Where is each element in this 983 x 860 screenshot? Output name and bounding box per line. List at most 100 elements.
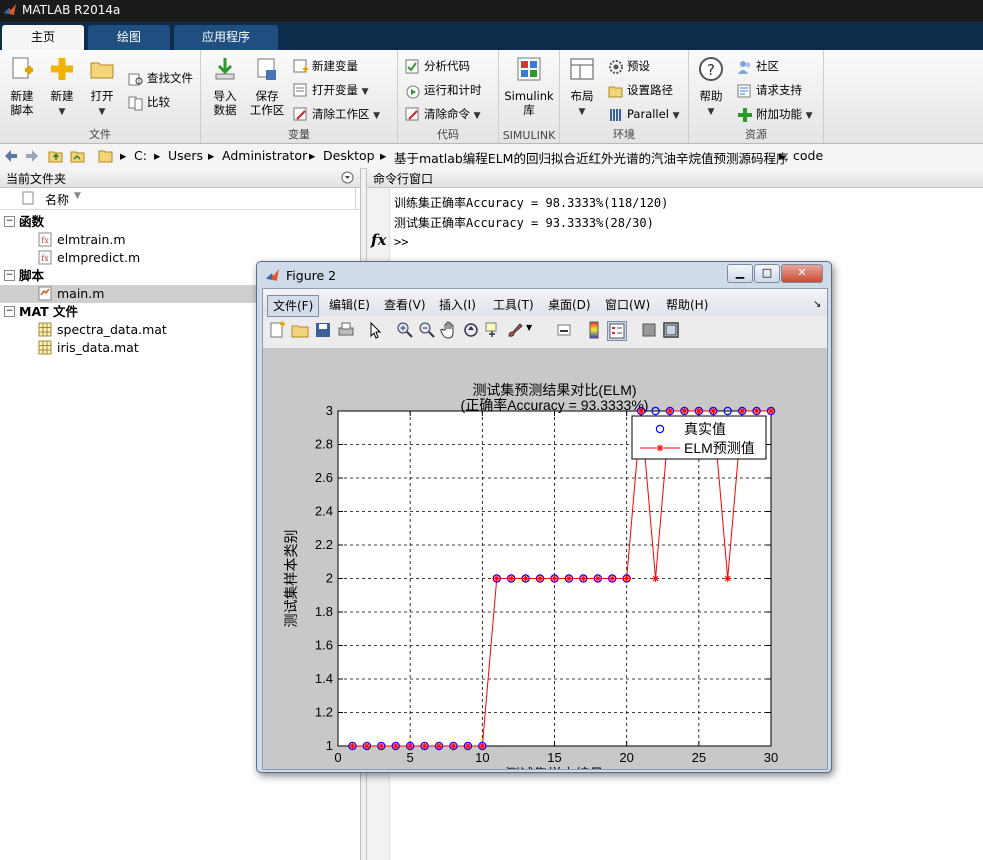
print-icon[interactable] [337,321,355,339]
predicted-value-point [652,575,660,582]
ribbon-group-variable: 导入 数据 保存 工作区 新建变量 打开变量 ▼ 清除工作区 ▼ 变量 [201,50,398,143]
tab-home[interactable]: 主页 [2,25,84,50]
predicted-value-point [435,742,443,750]
predicted-value-point [551,575,558,582]
show-plot-tools-icon[interactable] [662,321,680,339]
save-workspace-button[interactable]: 保存 工作区 [247,56,287,117]
chart-svg[interactable]: 0 5 10 15 20 25 30 1 1.2 1.4 1.6 1.8 2 2.2 2.4 2.6 2.8 3 测… [263,348,827,769]
new-button[interactable]: 新建 ▼ [44,56,80,119]
link-plot-icon[interactable] [556,321,574,339]
help-dropdown-icon: ▼ [707,107,715,117]
save-icon[interactable] [314,321,332,339]
new-variable-button[interactable]: 新建变量 [293,57,358,75]
collapse-icon[interactable]: − [4,216,15,227]
breadcrumb-item[interactable]: Desktop [323,148,375,163]
column-name-header[interactable]: 名称 [45,191,69,208]
hide-plot-tools-icon[interactable] [640,321,658,339]
layout-button[interactable]: 布局 ▼ [564,56,600,119]
parallel-button[interactable]: Parallel ▼ [608,105,679,123]
menu-desktop[interactable]: 桌面(D) [548,295,591,315]
analyze-code-button[interactable]: 分析代码 [405,57,470,75]
predicted-value-point [709,407,717,415]
zoom-in-icon[interactable] [396,321,414,339]
help-button[interactable]: ? 帮助 ▼ [693,56,729,119]
current-folder-title: 当前文件夹 [6,172,67,186]
breadcrumb-item[interactable]: Administrator [222,148,307,163]
zoom-out-icon[interactable] [418,321,436,339]
menu-dock-icon[interactable]: ↘ [813,295,821,315]
new-figure-icon[interactable] [268,321,286,339]
ribbon-group-file: 新建 脚本 新建 ▼ 打开 ▼ 查找文件 比较 文件 [0,50,201,143]
menu-window[interactable]: 窗口(W) [605,295,650,315]
insert-colorbar-icon[interactable] [585,321,603,339]
brush-dropdown-icon[interactable]: ▼ [526,323,532,332]
y-tick-label: 2 [326,571,333,586]
preferences-button[interactable]: 预设 [608,57,650,75]
collapse-icon[interactable]: − [4,306,15,317]
breadcrumb-item[interactable]: code [793,148,823,163]
menu-insert[interactable]: 插入(I) [439,295,476,315]
menu-view[interactable]: 查看(V) [384,295,426,315]
minimize-button[interactable]: ▁ [727,264,753,283]
request-support-button[interactable]: 请求支持 [737,81,802,99]
compare-label: 比较 [147,95,170,109]
pan-hand-icon[interactable] [440,321,458,339]
brush-icon[interactable] [506,321,524,339]
legend-predicted-label: ELM预测值 [684,440,755,456]
chart-title: 测试集预测结果对比(ELM) [472,382,636,398]
breadcrumb-item[interactable]: Users [168,148,203,163]
list-item[interactable]: fx elmtrain.m [0,231,360,249]
compare-button[interactable]: 比较 [128,93,170,111]
predicted-value-point [536,575,544,582]
new-variable-label: 新建变量 [312,59,358,73]
collapse-icon[interactable]: − [4,270,15,281]
browse-folder-icon[interactable] [70,148,86,164]
breadcrumb-item[interactable]: C: [134,148,147,163]
import-data-button[interactable]: 导入 数据 [205,56,245,117]
ribbon-group-simulink: Simulink 库 SIMULINK [499,50,560,143]
open-variable-button[interactable]: 打开变量 ▼ [293,81,369,99]
predicted-value-point [377,742,385,750]
tab-plots[interactable]: 绘图 [88,25,170,50]
up-folder-icon[interactable] [48,148,64,164]
simulink-library-icon [517,57,541,81]
pointer-icon[interactable] [367,321,385,339]
file-name: spectra_data.mat [57,322,167,337]
predicted-value-point [753,407,761,415]
add-ons-button[interactable]: 附加功能 ▼ [737,105,813,123]
command-prompt[interactable]: >> [394,235,408,249]
rotate-3d-icon[interactable] [462,321,480,339]
clear-commands-button[interactable]: 清除命令 ▼ [405,105,481,123]
simulink-library-button[interactable]: Simulink 库 [503,56,555,117]
menu-tools[interactable]: 工具(T) [493,295,534,315]
predicted-value-point [724,575,732,582]
back-arrow-icon[interactable] [3,148,19,164]
open-file-icon[interactable] [291,321,309,339]
menu-edit[interactable]: 编辑(E) [329,295,370,315]
new-script-button[interactable]: 新建 脚本 [4,56,40,117]
maximize-button[interactable]: □ [754,264,780,283]
x-tick-label: 5 [407,750,414,765]
forward-arrow-icon[interactable] [24,148,40,164]
community-button[interactable]: 社区 [737,57,779,75]
insert-legend-icon[interactable] [607,321,627,341]
close-button[interactable]: ✕ [781,264,823,283]
set-path-button[interactable]: 设置路径 [608,81,673,99]
menu-help[interactable]: 帮助(H) [666,295,708,315]
function-file-icon: fx [38,232,52,247]
menu-file[interactable]: 文件(F) [267,295,320,317]
run-and-time-button[interactable]: 运行和计时 [405,81,482,99]
panel-actions-icon[interactable] [341,171,354,184]
predicted-value-point [363,742,371,750]
group-header-functions[interactable]: − 函数 [0,213,360,231]
find-files-button[interactable]: 查找文件 [128,69,193,87]
sort-arrow-icon[interactable]: ▼ [74,191,81,201]
help-label: 帮助 [699,89,723,103]
clear-workspace-button[interactable]: 清除工作区 ▼ [293,105,380,123]
open-button[interactable]: 打开 ▼ [84,56,120,119]
tab-apps[interactable]: 应用程序 [174,25,278,50]
layout-label: 布局 [570,89,594,103]
function-browser-icon[interactable]: fx [371,231,386,249]
data-cursor-icon[interactable] [484,321,502,339]
breadcrumb-item[interactable]: 基于matlab编程ELM的回归拟合近红外光谱的汽油辛烷值预测源码程序 [394,148,788,167]
